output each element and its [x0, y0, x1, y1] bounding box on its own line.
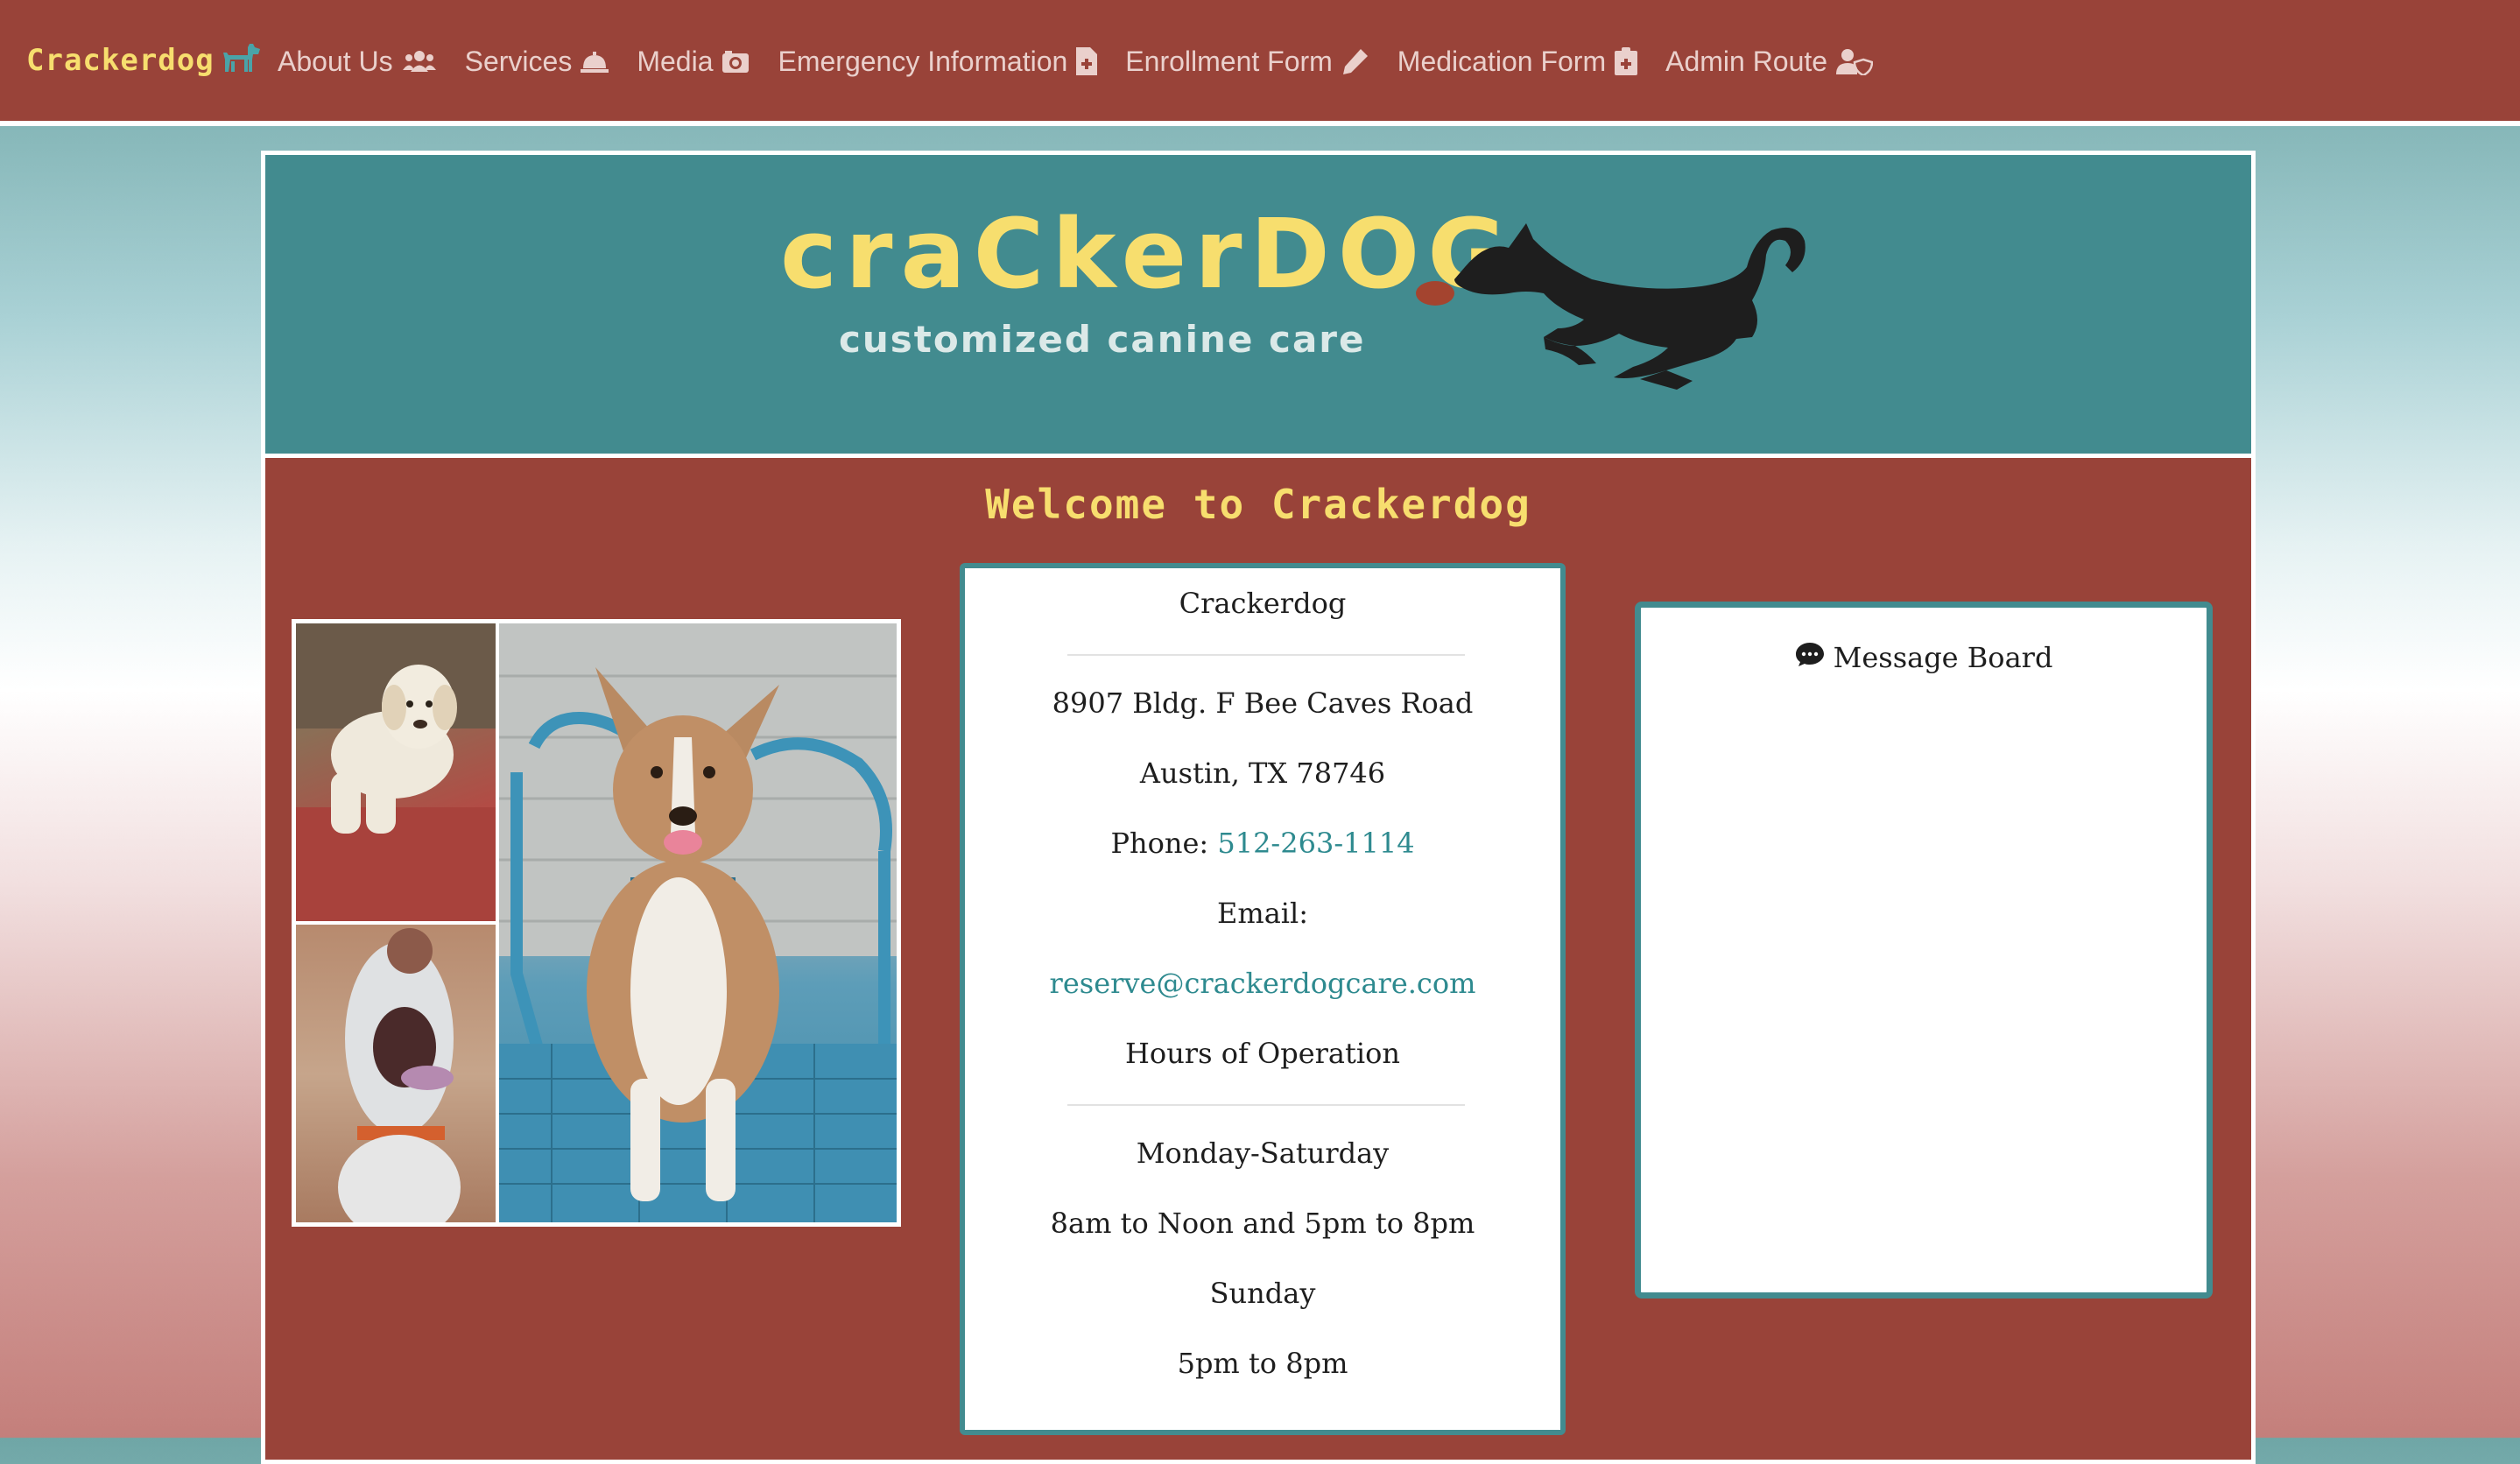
nav-label: Media	[637, 45, 714, 77]
banner: craCkerDOG customized canine care	[265, 155, 2251, 458]
dog-icon	[222, 42, 262, 79]
nav-services[interactable]: Services	[465, 46, 609, 78]
photo-yellow-lab-puppy	[296, 623, 496, 921]
logo-subtitle: customized canine care	[839, 318, 1366, 361]
email-row: reserve@crackerdogcare.com	[965, 966, 1560, 1001]
concierge-bell-icon	[581, 49, 609, 74]
running-dog-logo	[1404, 206, 1824, 402]
nav-label: Services	[464, 45, 573, 77]
contact-info-card: Crackerdog 8907 Bldg. F Bee Caves Road A…	[960, 563, 1566, 1435]
phone-row: Phone: 512-263-1114	[965, 826, 1560, 861]
email-label: Email:	[1216, 897, 1309, 930]
sunday-label: Sunday	[1209, 1277, 1316, 1310]
user-shield-icon	[1836, 47, 1874, 75]
photo-dog-on-blue-chair	[499, 623, 897, 1222]
nav-label: Medication Form	[1397, 45, 1607, 77]
welcome-heading: Welcome to Crackerdog	[985, 481, 1531, 528]
comment-icon	[1795, 641, 1825, 674]
photo-happy-white-dog	[296, 925, 496, 1222]
nav-label: About Us	[278, 45, 393, 77]
nav-about-us[interactable]: About Us	[278, 46, 437, 78]
nav-admin-route[interactable]: Admin Route	[1665, 45, 1874, 78]
nav-label: Emergency Information	[778, 45, 1068, 77]
nav-media[interactable]: Media	[637, 46, 750, 78]
phone-label: Phone:	[1110, 827, 1209, 860]
message-board-title: Message Board	[1833, 641, 2053, 674]
business-name: Crackerdog	[1179, 587, 1347, 620]
divider	[1067, 654, 1465, 656]
hours-title: Hours of Operation	[1125, 1037, 1400, 1070]
navbar: Crackerdog About Us Services Media Emerg…	[0, 0, 2520, 126]
nav-menu: About Us Services Media Emergency Inform…	[278, 39, 1901, 84]
nav-enrollment-form[interactable]: Enrollment Form	[1125, 46, 1369, 78]
brand-link[interactable]: Crackerdog	[26, 39, 262, 82]
main-container: craCkerDOG customized canine care Welcom…	[261, 151, 2256, 1464]
dog-photo-collage	[292, 619, 901, 1227]
brand-name: Crackerdog	[26, 43, 215, 78]
nav-emergency-information[interactable]: Emergency Information	[778, 45, 1098, 78]
address-line-2: Austin, TX 78746	[1139, 757, 1386, 790]
sunday-hours: 5pm to 8pm	[1177, 1347, 1348, 1380]
nav-medication-form[interactable]: Medication Form	[1397, 45, 1638, 78]
address-line-1: 8907 Bldg. F Bee Caves Road	[1052, 686, 1474, 720]
users-icon	[402, 48, 437, 74]
message-board-header: Message Board	[1641, 641, 2207, 674]
message-board: Message Board	[1635, 602, 2213, 1299]
clipboard-medical-icon	[1615, 47, 1638, 75]
nav-label: Admin Route	[1665, 45, 1828, 77]
pencil-icon	[1341, 47, 1369, 75]
email-link[interactable]: reserve@crackerdogcare.com	[1050, 967, 1476, 1000]
weekday-hours: 8am to Noon and 5pm to 8pm	[1050, 1207, 1475, 1240]
divider	[1067, 1104, 1465, 1106]
weekday-label: Monday-Saturday	[1136, 1137, 1390, 1170]
nav-label: Enrollment Form	[1125, 45, 1333, 77]
file-medical-icon	[1076, 47, 1098, 75]
camera-icon	[722, 49, 750, 74]
phone-link[interactable]: 512-263-1114	[1217, 827, 1414, 860]
